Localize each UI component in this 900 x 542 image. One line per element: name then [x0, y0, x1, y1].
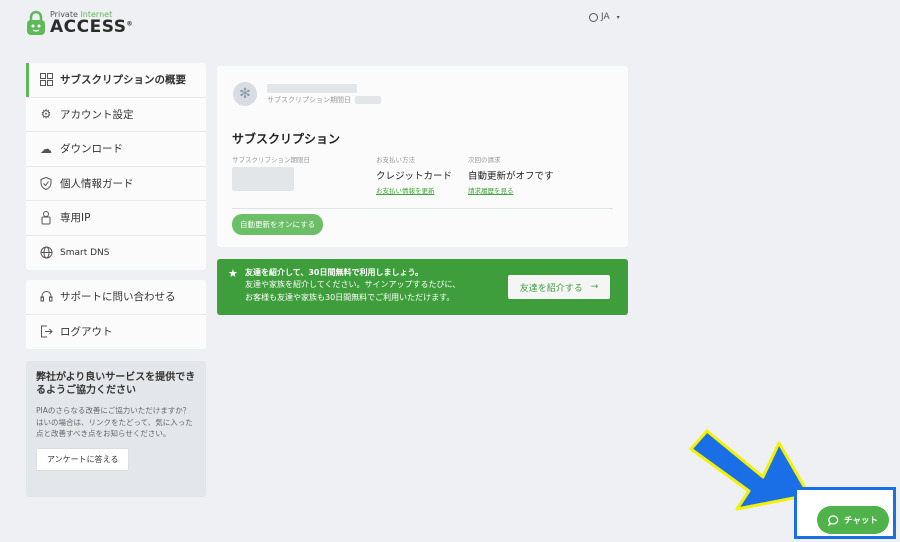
sidebar-item-label: アカウント設定: [60, 108, 134, 121]
payment-column: お支払い方法 クレジットカード お支払い情報を更新: [376, 154, 452, 195]
chat-bubble-icon: [828, 514, 839, 526]
chat-highlight-box: チャット: [794, 487, 896, 539]
billing-column: 次回の請求 自動更新がオフです 請求履歴を見る: [468, 154, 554, 195]
grid-icon: [38, 72, 54, 88]
subscription-card: ✻ サブスクリプション期間日 サブスクリプション サブスクリプション期限日 お支…: [217, 66, 628, 247]
redacted-expiry-date: [232, 167, 294, 191]
divider: [232, 208, 613, 209]
feedback-panel: 弊社がより良いサービスを提供できるようご協力ください PIAのさらなる改善にご協…: [26, 361, 206, 497]
sidebar-item-download[interactable]: ☁ ダウンロード: [26, 132, 206, 167]
update-payment-link[interactable]: お支払い情報を更新: [376, 185, 452, 195]
feedback-text: PIAのさらなる改善にご協力いただけますか？はいの場合は、リンクをたどって、気に…: [36, 406, 193, 439]
survey-button[interactable]: アンケートに答える: [36, 447, 130, 471]
refer-friend-button[interactable]: 友達を紹介する →: [508, 275, 610, 299]
expiry-column: サブスクリプション期限日: [232, 154, 310, 191]
billing-history-link[interactable]: 請求履歴を見る: [468, 185, 554, 195]
chat-label: チャット: [844, 516, 878, 526]
arrow-right-icon: →: [590, 282, 599, 292]
sidebar-item-account-settings[interactable]: ⚙ アカウント設定: [26, 98, 206, 132]
sidebar-item-label: サブスクリプションの概要: [60, 74, 186, 87]
auto-renew-status: 自動更新がオフです: [468, 171, 554, 182]
payment-method-label: お支払い方法: [376, 156, 415, 164]
headset-icon: [38, 289, 54, 305]
subscription-title: サブスクリプション: [232, 132, 341, 146]
sidebar-item-smart-dns[interactable]: Smart DNS: [26, 236, 206, 271]
sidebar-item-subscription-overview[interactable]: サブスクリプションの概要: [26, 63, 206, 98]
account-avatar-icon: ✻: [233, 82, 257, 106]
dns-globe-icon: [38, 245, 54, 261]
sidebar-nav: サブスクリプションの概要 ⚙ アカウント設定 ☁ ダウンロード 個人情報ガード …: [26, 63, 206, 270]
sidebar: サブスクリプションの概要 ⚙ アカウント設定 ☁ ダウンロード 個人情報ガード …: [26, 63, 206, 497]
referral-banner: ★ 友達を紹介して、30日間無料で利用しましょう。 友達や家族を紹介してください…: [217, 259, 628, 315]
pia-logo[interactable]: Private Internet ACCESS®: [26, 10, 133, 36]
sidebar-item-contact-support[interactable]: サポートに問い合わせる: [26, 280, 206, 315]
sidebar-secondary-nav: サポートに問い合わせる ログアウト: [26, 280, 206, 349]
cloud-download-icon: ☁: [40, 141, 52, 156]
logout-icon: [38, 324, 54, 340]
chevron-down-icon: ▾: [616, 13, 620, 21]
chat-button[interactable]: チャット: [817, 506, 889, 534]
referral-headline: 友達を紹介して、30日間無料で利用しましょう。: [245, 268, 424, 277]
gear-icon: ⚙: [40, 107, 52, 122]
redacted-account-name: [267, 83, 357, 93]
sidebar-item-label: 専用IP: [60, 212, 91, 225]
sidebar-item-label: Smart DNS: [60, 247, 110, 258]
sidebar-item-label: ログアウト: [60, 326, 113, 339]
enable-auto-renew-button[interactable]: 自動更新をオンにする: [232, 214, 324, 235]
dedicated-ip-icon: [38, 210, 54, 226]
subscription-header: ✻ サブスクリプション期間日: [233, 82, 381, 106]
payment-method-value: クレジットカード: [376, 171, 453, 182]
sidebar-item-label: ダウンロード: [60, 143, 123, 156]
star-icon: ★: [228, 267, 238, 280]
globe-icon: [589, 12, 598, 22]
referral-text: 友達を紹介して、30日間無料で利用しましょう。 友達や家族を紹介してください。サ…: [245, 267, 460, 304]
sidebar-item-identity-guard[interactable]: 個人情報ガード: [26, 167, 206, 201]
next-billing-label: 次回の請求: [468, 156, 501, 164]
language-selector[interactable]: JA ▾: [589, 12, 620, 22]
referral-line-3: お客様も友達や家族も30日間無料でご利用いただけます。: [245, 292, 455, 302]
sidebar-item-label: サポートに問い合わせる: [60, 291, 176, 304]
logo-wordmark: ACCESS®: [50, 16, 133, 37]
expiry-label: サブスクリプション期限日: [232, 156, 310, 164]
subscription-created: サブスクリプション期間日: [267, 95, 381, 105]
language-code: JA: [601, 12, 610, 22]
sidebar-item-label: 個人情報ガード: [60, 177, 134, 190]
shield-icon: [38, 175, 54, 191]
refer-button-label: 友達を紹介する: [519, 283, 583, 294]
sidebar-item-dedicated-ip[interactable]: 専用IP: [26, 201, 206, 236]
referral-line-2: 友達や家族を紹介してください。サインアップするたびに、: [245, 280, 461, 290]
sidebar-item-logout[interactable]: ログアウト: [26, 315, 206, 350]
padlock-logo-icon: [27, 10, 45, 35]
feedback-title: 弊社がより良いサービスを提供できるようご協力ください: [36, 372, 196, 396]
